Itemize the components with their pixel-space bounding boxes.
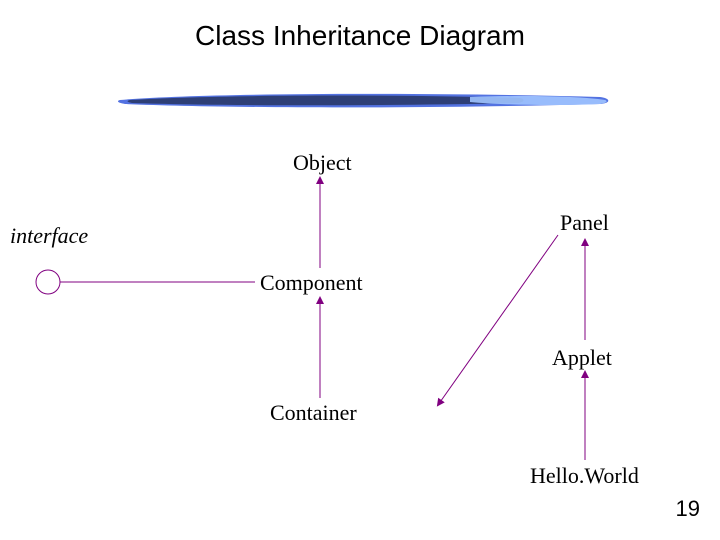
page-number: 19	[676, 496, 700, 522]
interface-label: interface	[10, 223, 88, 249]
slide-title: Class Inheritance Diagram	[0, 20, 720, 52]
node-object: Object	[293, 150, 352, 176]
title-underline-icon	[118, 94, 608, 108]
node-applet: Applet	[552, 345, 612, 371]
arrow-panel-to-container	[438, 235, 558, 405]
interface-lollipop-icon	[36, 270, 60, 294]
node-container: Container	[270, 400, 357, 426]
node-helloworld: Hello.World	[530, 463, 639, 489]
node-panel: Panel	[560, 210, 609, 236]
node-component: Component	[260, 270, 363, 296]
